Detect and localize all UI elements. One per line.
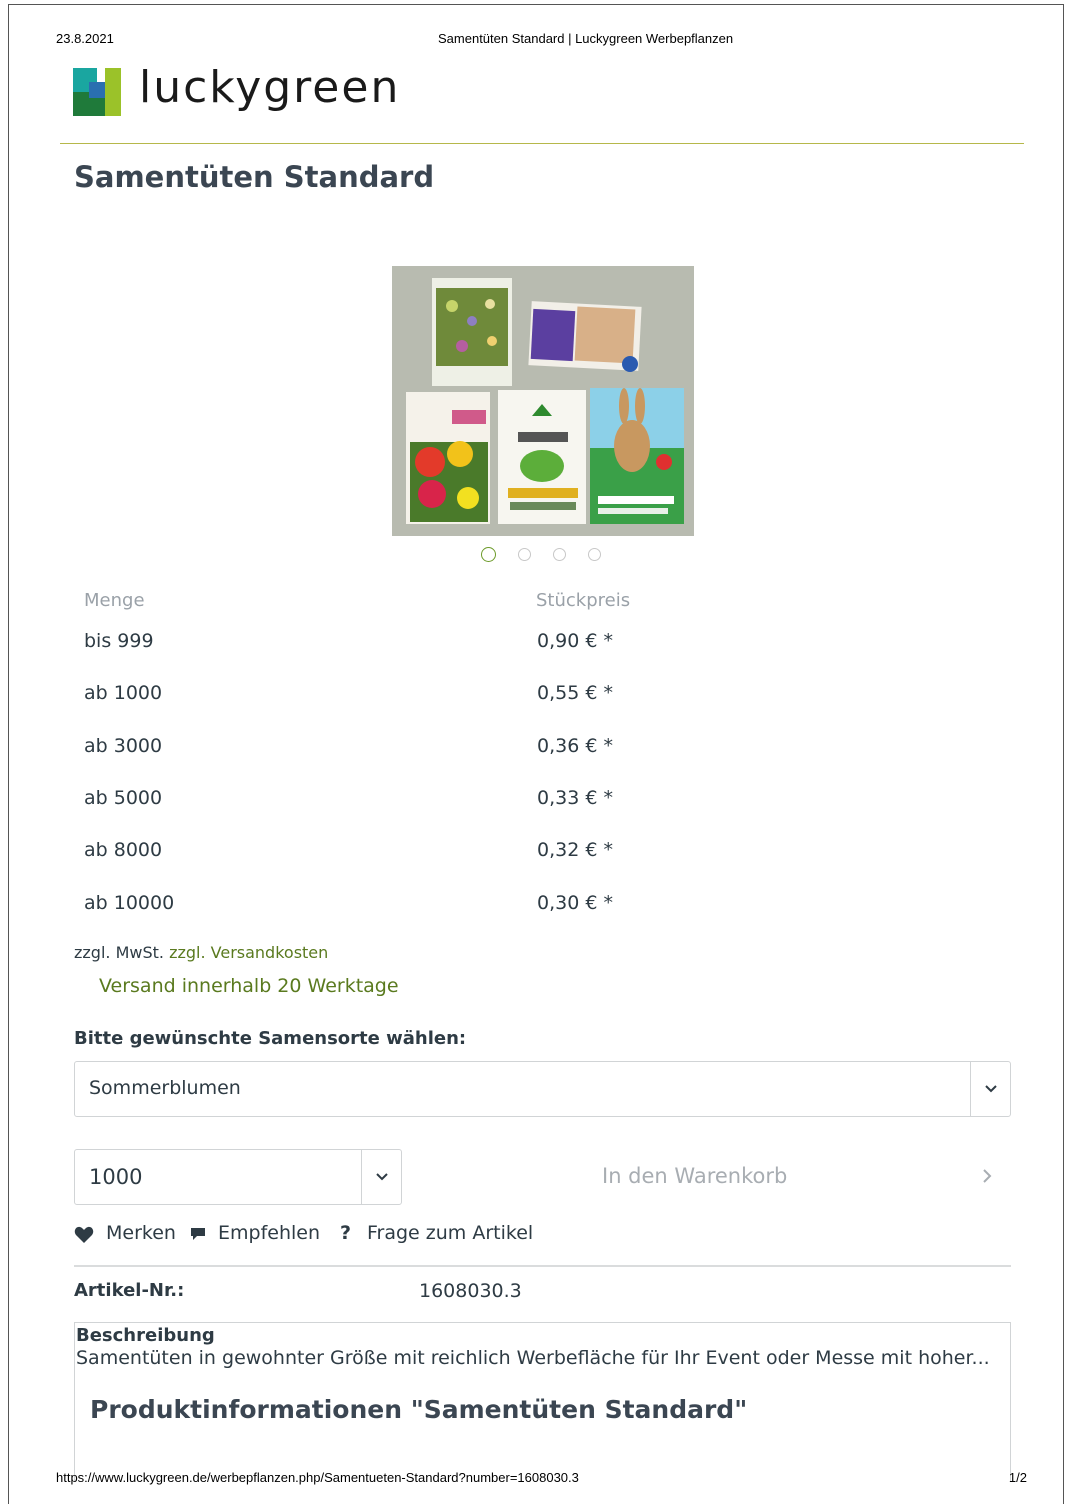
delivery-time: Versand innerhalb 20 Werktage [99,975,399,997]
description-panel: Beschreibung Samentüten in gewohnter Grö… [74,1322,1011,1482]
chevron-down-icon [376,1173,388,1181]
slider-dot-4[interactable] [588,548,601,561]
price-row-quantity: ab 8000 [84,839,163,861]
section-divider [74,1265,1011,1267]
question-label: Frage zum Artikel [367,1222,534,1244]
price-row-price: 0,33 € * [537,787,613,809]
price-row: ab 5000 0,33 € * [84,787,784,817]
price-row: bis 999 0,90 € * [84,630,784,660]
print-page-title: Samentüten Standard | Luckygreen Werbepf… [438,31,734,46]
price-table-header-unit-price: Stückpreis [536,590,631,611]
description-heading: Beschreibung [76,1325,215,1346]
product-image[interactable] [392,266,694,536]
quantity-selected: 1000 [89,1165,143,1189]
price-row-price: 0,30 € * [537,892,613,914]
price-row: ab 10000 0,30 € * [84,892,784,922]
sku-value: 1608030.3 [419,1280,522,1302]
price-row: ab 1000 0,55 € * [84,682,784,712]
price-row: ab 8000 0,32 € * [84,839,784,869]
chevron-right-icon [983,1169,992,1183]
slider-dot-1[interactable] [481,547,496,562]
header-divider [60,143,1024,144]
description-text: Samentüten in gewohnter Größe mit reichl… [76,1347,990,1369]
price-table-header-quantity: Menge [84,590,145,611]
price-row-quantity: ab 5000 [84,787,163,809]
price-row-price: 0,55 € * [537,682,613,704]
price-row-price: 0,90 € * [537,630,613,652]
print-url: https://www.luckygreen.de/werbepflanzen.… [56,1470,579,1485]
tax-info: zzgl. MwSt. zzgl. Versandkosten [74,943,328,962]
product-title: Samentüten Standard [74,160,435,194]
price-row-quantity: ab 10000 [84,892,175,914]
remember-label: Merken [106,1222,176,1244]
shipping-costs-link[interactable]: zzgl. Versandkosten [169,943,328,962]
price-row-price: 0,36 € * [537,735,613,757]
variant-label: Bitte gewünschte Samensorte wählen: [74,1028,467,1049]
chevron-down-icon [985,1085,997,1093]
slider-dot-3[interactable] [553,548,566,561]
add-to-cart-button[interactable]: In den Warenkorb [402,1149,1012,1205]
seed-variety-select[interactable]: Sommerblumen [74,1061,1011,1117]
seed-variety-selected: Sommerblumen [89,1077,241,1099]
sku-label: Artikel-Nr.: [74,1280,185,1301]
print-page-number: 1/2 [1008,1470,1027,1485]
select-arrow[interactable] [361,1150,401,1204]
select-arrow[interactable] [970,1062,1010,1116]
tax-prefix: zzgl. MwSt. [74,943,164,962]
print-footer: https://www.luckygreen.de/werbepflanzen.… [56,1470,1027,1486]
price-row-price: 0,32 € * [537,839,613,861]
price-row-quantity: ab 1000 [84,682,163,704]
print-date: 23.8.2021 [56,31,114,46]
print-header: 23.8.2021 Samentüten Standard | Luckygre… [56,31,1025,47]
heart-icon [74,1226,94,1243]
slider-dot-2[interactable] [518,548,531,561]
price-row-quantity: bis 999 [84,630,154,652]
seed-packets-photo [392,266,694,536]
price-row: ab 3000 0,36 € * [84,735,784,765]
recommend-label: Empfehlen [218,1222,321,1244]
logo-mark-icon [73,68,121,116]
quantity-select[interactable]: 1000 [74,1149,402,1205]
price-row-quantity: ab 3000 [84,735,163,757]
add-to-cart-label: In den Warenkorb [602,1164,788,1188]
product-info-heading: Produktinformationen "Samentüten Standar… [90,1395,748,1424]
logo-wordmark: luckygreen [139,62,401,113]
speech-bubble-icon [191,1228,205,1240]
question-mark-icon: ? [340,1222,352,1244]
